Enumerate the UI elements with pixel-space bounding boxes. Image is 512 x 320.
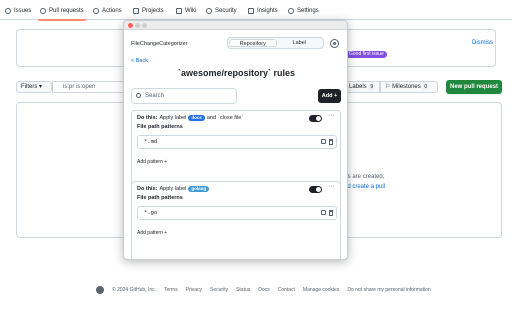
tab-label: Pull requests bbox=[49, 8, 84, 14]
footer-link-do-not-share[interactable]: Do not share my personal information bbox=[347, 287, 430, 293]
milestones-count: 0 bbox=[422, 84, 430, 91]
issue-icon bbox=[5, 8, 11, 14]
extra-action-text: `close file` bbox=[218, 115, 244, 121]
tab-label: Issues bbox=[14, 8, 32, 14]
pull-request-icon bbox=[40, 8, 46, 14]
tab-label: Wiki bbox=[185, 8, 197, 14]
footer-link-cookies[interactable]: Manage cookies bbox=[303, 287, 339, 293]
gear-icon bbox=[288, 8, 294, 14]
labels-label: Labels bbox=[349, 84, 367, 90]
edit-icon[interactable] bbox=[321, 139, 326, 144]
footer-link-status[interactable]: Status bbox=[236, 287, 250, 293]
label-badge: golang bbox=[188, 186, 210, 192]
add-pattern-button[interactable]: Add pattern + bbox=[137, 230, 167, 236]
file-path-pattern-row: *.go bbox=[137, 206, 337, 220]
window-titlebar bbox=[124, 21, 347, 30]
pattern-value: *.go bbox=[144, 210, 158, 216]
filters-label: Filters bbox=[21, 84, 38, 90]
footer-link-docs[interactable]: Docs bbox=[258, 287, 269, 293]
filter-search-input[interactable]: is:pr is:open bbox=[52, 81, 132, 93]
minimize-window-button[interactable] bbox=[135, 23, 140, 28]
file-path-patterns-title: File path patterns bbox=[137, 195, 183, 201]
projects-icon bbox=[133, 8, 139, 14]
do-this-label: Do this: bbox=[137, 115, 158, 121]
actions-icon bbox=[93, 8, 99, 14]
label-badge: docs bbox=[188, 115, 205, 121]
trash-icon[interactable] bbox=[329, 139, 333, 145]
page-footer: © 2024 GitHub, Inc. Terms Privacy Securi… bbox=[96, 286, 431, 294]
close-window-button[interactable] bbox=[128, 23, 133, 28]
rule-summary: Do this: Apply label golang bbox=[137, 186, 210, 192]
search-icon bbox=[136, 93, 141, 98]
search-input[interactable]: Search bbox=[131, 88, 237, 104]
settings-gear-icon[interactable] bbox=[330, 39, 339, 48]
add-pattern-button[interactable]: Add pattern + bbox=[137, 159, 167, 165]
repo-tab-bar: Issues Pull requests Actions Projects Wi… bbox=[0, 0, 512, 21]
rule-summary: Do this: Apply label docs and `close fil… bbox=[137, 115, 243, 121]
shield-icon bbox=[206, 8, 212, 14]
tab-label: Settings bbox=[297, 8, 319, 14]
filters-button[interactable]: Filters ▾ bbox=[16, 81, 52, 93]
footer-link-privacy[interactable]: Privacy bbox=[186, 287, 202, 293]
extension-popup-window: FileChangeCategorizer Repository Label <… bbox=[123, 20, 348, 260]
page-title: `awesome/repository` rules bbox=[177, 68, 296, 78]
tab-settings[interactable]: Settings bbox=[288, 5, 319, 17]
milestones-label: Milestones bbox=[392, 84, 421, 90]
tab-actions[interactable]: Actions bbox=[93, 5, 122, 17]
pattern-value: *.md bbox=[144, 139, 158, 145]
tab-insights[interactable]: Insights bbox=[248, 5, 278, 17]
github-logo-icon bbox=[96, 286, 104, 294]
more-options-icon[interactable]: ··· bbox=[328, 183, 335, 190]
tab-label: Actions bbox=[102, 8, 122, 14]
footer-link-contact[interactable]: Contact bbox=[278, 287, 295, 293]
new-pull-request-button[interactable]: New pull request bbox=[446, 80, 502, 94]
rule-enabled-toggle[interactable] bbox=[309, 186, 322, 193]
tab-repository[interactable]: Repository bbox=[229, 39, 277, 47]
tab-issues[interactable]: Issues bbox=[5, 5, 31, 17]
labels-button[interactable]: Labels 9 bbox=[344, 81, 380, 93]
graph-icon bbox=[248, 8, 254, 14]
file-path-pattern-row: *.md bbox=[137, 135, 337, 149]
do-this-label: Do this: bbox=[137, 186, 158, 192]
footer-copyright: © 2024 GitHub, Inc. bbox=[112, 287, 156, 293]
tab-projects[interactable]: Projects bbox=[133, 5, 164, 17]
labels-count: 9 bbox=[368, 84, 376, 91]
tab-security[interactable]: Security bbox=[206, 5, 237, 17]
edit-icon[interactable] bbox=[321, 210, 326, 215]
tab-label: Projects bbox=[142, 8, 164, 14]
more-options-icon[interactable]: ··· bbox=[328, 112, 335, 119]
dismiss-link[interactable]: Dismiss bbox=[472, 40, 493, 46]
good-first-issue-pill[interactable]: Good first issue bbox=[346, 51, 387, 58]
action-text: Apply label bbox=[159, 186, 187, 192]
tab-label: Security bbox=[215, 8, 237, 14]
add-rule-button[interactable]: Add + bbox=[318, 89, 341, 103]
app-name: FileChangeCategorizer bbox=[131, 41, 188, 47]
footer-link-security[interactable]: Security bbox=[210, 287, 228, 293]
tab-wiki[interactable]: Wiki bbox=[176, 5, 196, 17]
action-text: Apply label bbox=[159, 115, 187, 121]
and-text: and bbox=[206, 115, 217, 121]
wiki-icon bbox=[176, 8, 182, 14]
tab-pull-requests[interactable]: Pull requests bbox=[38, 5, 86, 21]
file-path-patterns-title: File path patterns bbox=[137, 124, 183, 130]
back-link[interactable]: < Back bbox=[131, 58, 148, 64]
rule-enabled-toggle[interactable] bbox=[309, 115, 322, 122]
milestone-icon: ⚐ bbox=[385, 84, 391, 90]
filter-search-text: is:pr is:open bbox=[63, 84, 96, 90]
tab-label: Insights bbox=[257, 8, 278, 14]
trash-icon[interactable] bbox=[329, 210, 333, 216]
search-placeholder: Search bbox=[145, 93, 165, 99]
footer-link-terms[interactable]: Terms bbox=[164, 287, 178, 293]
create-pull-link[interactable]: id create a pull bbox=[346, 184, 385, 190]
tab-label[interactable]: Label bbox=[277, 39, 323, 47]
milestones-button[interactable]: ⚐ Milestones 0 bbox=[380, 81, 438, 93]
rule-card: Do this: Apply label golang ··· File pat… bbox=[131, 181, 341, 259]
maximize-window-button[interactable] bbox=[142, 23, 147, 28]
scope-segmented-control: Repository Label bbox=[227, 37, 324, 49]
empty-state-text: ts are created, bbox=[346, 174, 385, 180]
